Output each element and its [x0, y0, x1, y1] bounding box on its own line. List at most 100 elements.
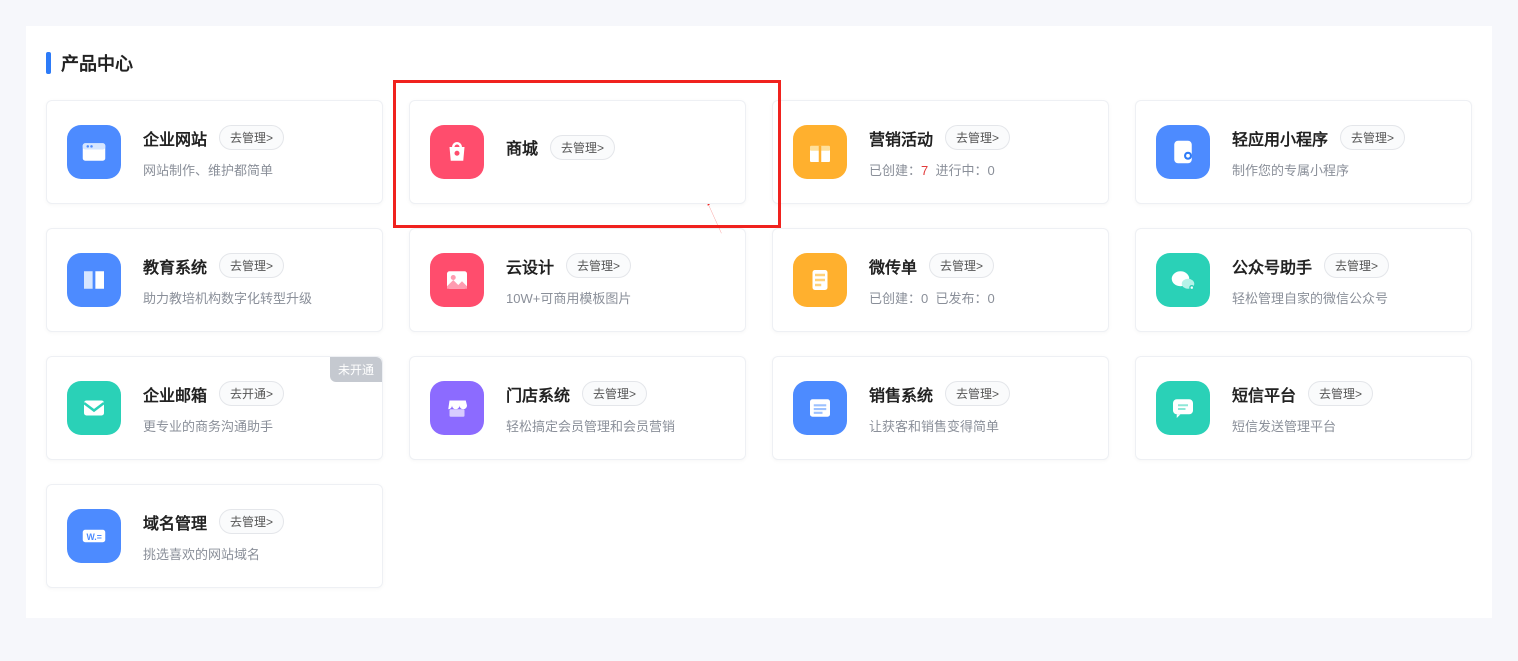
card-info: 销售系统去管理> 让获客和销售变得简单: [869, 381, 1088, 435]
card-title: 销售系统: [869, 382, 933, 406]
card-desc: 挑选喜欢的网站域名: [143, 544, 362, 563]
card-title-row: 公众号助手去管理>: [1232, 253, 1451, 278]
sms-icon: [1156, 381, 1210, 435]
card-desc: 助力教培机构数字化转型升级: [143, 288, 362, 307]
product-center-panel: 产品中心 企业网站去管理>网站制作、维护都简单商城去管理>营销活动去管理>已创建…: [26, 26, 1492, 618]
manage-button[interactable]: 去管理>: [582, 381, 647, 406]
product-card[interactable]: 公众号助手去管理> 轻松管理自家的微信公众号: [1135, 228, 1472, 332]
card-title: 商城: [506, 135, 538, 159]
product-card[interactable]: 微传单去管理>已创建：0 已发布：0: [772, 228, 1109, 332]
card-title-row: 营销活动去管理>: [869, 125, 1088, 150]
card-info: 教育系统去管理> 助力教培机构数字化转型升级: [143, 253, 362, 307]
stat-published-value: 0: [988, 291, 995, 306]
product-card[interactable]: 营销活动去管理> 已创建：7 进行中：0: [772, 100, 1109, 204]
gift-icon: [793, 125, 847, 179]
card-desc: 轻松搞定会员管理和会员营销: [506, 416, 725, 435]
product-card[interactable]: 商城去管理>: [409, 100, 746, 204]
card-title: 微传单: [869, 254, 917, 278]
card-desc: 短信发送管理平台: [1232, 416, 1451, 435]
card-title-row: 企业邮箱去开通>: [143, 381, 362, 406]
card-title-row: 轻应用小程序去管理>: [1232, 125, 1451, 150]
card-desc: 网站制作、维护都简单: [143, 160, 362, 179]
manage-button[interactable]: 去管理>: [1340, 125, 1405, 150]
card-title: 公众号助手: [1232, 254, 1312, 278]
product-grid: 企业网站去管理>网站制作、维护都简单商城去管理>营销活动去管理>已创建：7 进行…: [46, 100, 1472, 588]
card-desc: 10W+可商用模板图片: [506, 288, 725, 307]
card-info: 轻应用小程序去管理> 制作您的专属小程序: [1232, 125, 1451, 179]
manage-button[interactable]: 去管理>: [1324, 253, 1389, 278]
manage-button[interactable]: 去管理>: [219, 253, 284, 278]
card-info: 门店系统去管理> 轻松搞定会员管理和会员营销: [506, 381, 725, 435]
card-title-row: 企业网站去管理>: [143, 125, 362, 150]
manage-button[interactable]: 去管理>: [219, 509, 284, 534]
wechat-icon: [1156, 253, 1210, 307]
stat-inprogress-value: 0: [988, 163, 995, 178]
card-title-row: 微传单去管理>: [869, 253, 1088, 278]
card-title: 营销活动: [869, 126, 933, 150]
stat-created-label: 已创建：: [869, 163, 921, 178]
manage-button[interactable]: 去管理>: [550, 135, 615, 160]
stat-created-label: 已创建：: [869, 291, 921, 306]
card-info: 域名管理去管理> 挑选喜欢的网站域名: [143, 509, 362, 563]
product-card[interactable]: 销售系统去管理> 让获客和销售变得简单: [772, 356, 1109, 460]
product-card[interactable]: 轻应用小程序去管理> 制作您的专属小程序: [1135, 100, 1472, 204]
store-icon: [430, 381, 484, 435]
domain-icon: W.=: [67, 509, 121, 563]
card-title-row: 销售系统去管理>: [869, 381, 1088, 406]
svg-text:W.=: W.=: [87, 532, 102, 542]
title-bar-icon: [46, 52, 51, 74]
manage-button[interactable]: 去管理>: [945, 125, 1010, 150]
card-info: 商城去管理>: [506, 135, 725, 170]
open-button[interactable]: 去开通>: [219, 381, 284, 406]
section-title: 产品中心: [46, 50, 1472, 76]
card-title-row: 商城去管理>: [506, 135, 725, 160]
manage-button[interactable]: 去管理>: [219, 125, 284, 150]
window-icon: [67, 125, 121, 179]
section-title-text: 产品中心: [61, 50, 133, 76]
card-info: 营销活动去管理> 已创建：7 进行中：0: [869, 125, 1088, 179]
card-desc: 更专业的商务沟通助手: [143, 416, 362, 435]
manage-button[interactable]: 去管理>: [929, 253, 994, 278]
card-title-row: 教育系统去管理>: [143, 253, 362, 278]
product-card[interactable]: 教育系统去管理> 助力教培机构数字化转型升级: [46, 228, 383, 332]
card-title-row: 域名管理去管理>: [143, 509, 362, 534]
card-title: 企业网站: [143, 126, 207, 150]
stat-inprogress-label: 进行中：: [935, 163, 987, 178]
book-icon: [67, 253, 121, 307]
card-title: 域名管理: [143, 510, 207, 534]
card-info: 微传单去管理>已创建：0 已发布：0: [869, 253, 1088, 307]
card-info: 云设计去管理> 10W+可商用模板图片: [506, 253, 725, 307]
card-info: 短信平台去管理> 短信发送管理平台: [1232, 381, 1451, 435]
flyer-icon: [793, 253, 847, 307]
stat-published-label: 已发布：: [935, 291, 987, 306]
not-open-tag: 未开通: [330, 357, 382, 382]
card-title: 企业邮箱: [143, 382, 207, 406]
card-desc: 制作您的专属小程序: [1232, 160, 1451, 179]
card-info: 公众号助手去管理> 轻松管理自家的微信公众号: [1232, 253, 1451, 307]
card-title: 轻应用小程序: [1232, 126, 1328, 150]
card-desc: 让获客和销售变得简单: [869, 416, 1088, 435]
product-card[interactable]: 门店系统去管理> 轻松搞定会员管理和会员营销: [409, 356, 746, 460]
card-info: 企业网站去管理> 网站制作、维护都简单: [143, 125, 362, 179]
product-card[interactable]: 企业邮箱去开通> 更专业的商务沟通助手 未开通: [46, 356, 383, 460]
manage-button[interactable]: 去管理>: [945, 381, 1010, 406]
manage-button[interactable]: 去管理>: [566, 253, 631, 278]
card-title: 云设计: [506, 254, 554, 278]
image-icon: [430, 253, 484, 307]
product-card[interactable]: 云设计去管理> 10W+可商用模板图片: [409, 228, 746, 332]
product-card[interactable]: W.= 域名管理去管理> 挑选喜欢的网站域名: [46, 484, 383, 588]
card-title-row: 门店系统去管理>: [506, 381, 725, 406]
product-card[interactable]: 企业网站去管理> 网站制作、维护都简单: [46, 100, 383, 204]
card-title: 短信平台: [1232, 382, 1296, 406]
card-desc: 轻松管理自家的微信公众号: [1232, 288, 1451, 307]
stat-created-value: 7: [921, 163, 928, 178]
card-stats: 已创建：0 已发布：0: [869, 288, 1088, 307]
card-title-row: 短信平台去管理>: [1232, 381, 1451, 406]
product-card[interactable]: 短信平台去管理> 短信发送管理平台: [1135, 356, 1472, 460]
miniapp-icon: [1156, 125, 1210, 179]
sales-icon: [793, 381, 847, 435]
manage-button[interactable]: 去管理>: [1308, 381, 1373, 406]
card-info: 企业邮箱去开通> 更专业的商务沟通助手: [143, 381, 362, 435]
card-title-row: 云设计去管理>: [506, 253, 725, 278]
card-stats: 已创建：7 进行中：0: [869, 160, 1088, 179]
